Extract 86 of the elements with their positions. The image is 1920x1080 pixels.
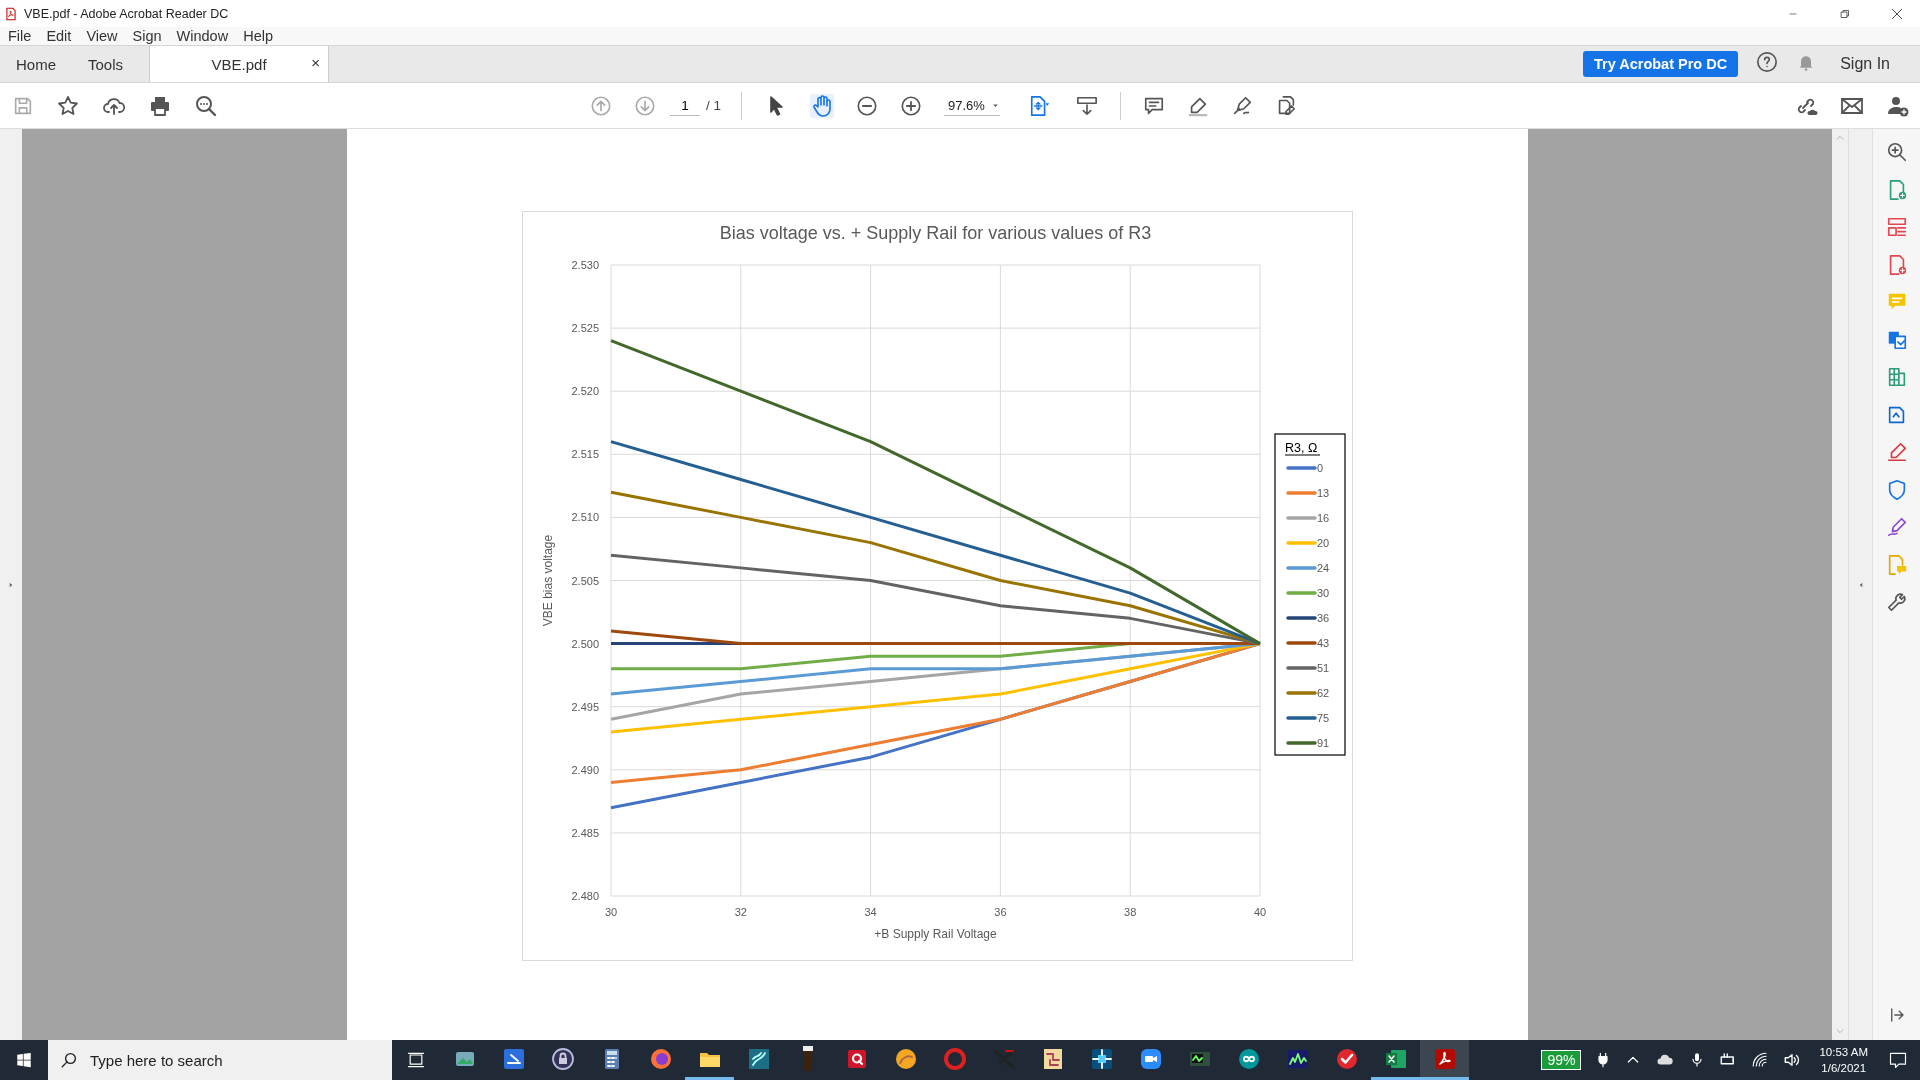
menu-item[interactable]: Help [243,28,273,44]
axis-tick-label: 2.510 [571,511,599,524]
star-icon[interactable] [56,93,80,118]
zoom-dropdown[interactable]: 97.6% [944,95,1000,116]
chart-title: Bias voltage vs. + Supply Rail for various values of R3 [719,223,1152,243]
menu-item[interactable]: File [8,28,32,44]
glass-icon [802,1046,813,1071]
scroll-mode-icon[interactable] [1076,94,1098,117]
pen-icon[interactable] [1885,441,1908,463]
axis-tick-label: 2.485 [571,826,599,839]
pen-nib-icon[interactable] [1231,94,1253,117]
legend-label: 43 [1317,637,1330,649]
legend-label: 62 [1317,687,1330,699]
notification-icon[interactable] [1888,1050,1908,1070]
ring-icon [942,1046,967,1071]
axis-tick-label: 34 [864,906,877,918]
legend-title: R3, Ω [1284,441,1321,456]
layout-icon[interactable] [1885,216,1908,238]
taskbar-search-field[interactable]: Type here to search [88,1050,372,1070]
axis-tick-label: 38 [1124,906,1137,918]
infinity-icon [1236,1046,1261,1071]
axis-tick-label: 2.525 [571,322,599,335]
axis-tick-label: 2.480 [571,890,599,902]
zoom-out-icon[interactable] [856,94,878,117]
task-view-icon[interactable] [406,1050,426,1070]
pdf-icon [1432,1046,1457,1071]
zoom-in-icon[interactable] [900,94,922,117]
legend-label: 16 [1317,512,1330,524]
checkmark-icon [1334,1046,1359,1071]
video-camera-icon [1138,1046,1163,1071]
legend-label: 91 [1317,737,1330,749]
battery-percentage: 99% [1541,1050,1582,1070]
close-icon [1890,6,1904,21]
ball-icon [893,1046,918,1071]
menu-item[interactable]: Window [176,28,229,44]
axis-tick-label: 2.495 [571,700,599,713]
axis-tick-label: 2.515 [571,448,599,461]
globe-fox-icon [648,1046,673,1071]
wave-lines-app-icon [746,1046,771,1071]
legend-label: 36 [1317,612,1330,624]
speaker-icon[interactable] [1783,1051,1802,1069]
chip-icon [1089,1046,1114,1071]
tab-close-button[interactable]: × [311,54,321,71]
clock-date: 1/6/2021 [1820,1061,1868,1076]
axis-tick-label: 2.500 [571,637,599,650]
help-icon[interactable] [1756,51,1779,73]
padlock-icon [550,1046,575,1071]
legend-label: 51 [1317,662,1330,674]
taskbar-search-box[interactable]: Type here to search [48,1040,392,1080]
axis-tick-label: 2.520 [571,385,599,398]
axis-tick-label: 2.490 [571,763,599,776]
try-pro-button[interactable]: Try Acrobat Pro DC [1582,51,1739,77]
signature-pen-icon[interactable] [1885,516,1908,538]
axis-tick-label: 36 [994,906,1007,918]
scanner-icon [501,1046,526,1071]
sign-in-button[interactable]: Sign In [1834,54,1896,74]
pdf-file-icon [4,6,18,21]
x-axis-title: +B Supply Rail Voltage [874,927,997,941]
wifi-icon[interactable] [1751,1051,1770,1069]
axis-tick-label: 2.505 [571,574,599,587]
legend-label: 0 [1317,462,1324,474]
windows-logo-icon [15,1051,33,1069]
menu-item[interactable]: Sign [132,28,162,44]
legend-label: 24 [1317,562,1330,574]
axis-tick-label: 2.530 [571,259,599,271]
legend-label: 20 [1317,537,1330,549]
legend-label: 75 [1317,712,1330,724]
menu-item[interactable]: View [86,28,118,44]
page-total: / 1 [706,98,721,113]
axis-tick-label: 30 [604,906,618,918]
hand-icon[interactable] [810,93,834,118]
tab[interactable]: VBE.pdf × [149,46,330,82]
zoom-in-icon[interactable] [1885,141,1908,163]
axis-tick-label: 32 [734,906,747,918]
search-icon [60,1051,78,1069]
axis-tick-label: 40 [1253,906,1267,918]
search-icon[interactable] [194,93,218,118]
window-title: VBE.pdf - Adobe Acrobat Reader DC [24,6,229,21]
legend-label: 13 [1317,487,1330,499]
clock-time: 10:53 AM [1819,1045,1868,1060]
y-axis-title: VBE bias voltage [541,534,555,627]
wrench-icon[interactable] [1885,591,1908,613]
menu-item[interactable]: Edit [46,28,72,44]
legend-label: 30 [1317,587,1330,599]
zoom-value: 97.6% [948,97,985,113]
restore-icon [1839,7,1851,20]
